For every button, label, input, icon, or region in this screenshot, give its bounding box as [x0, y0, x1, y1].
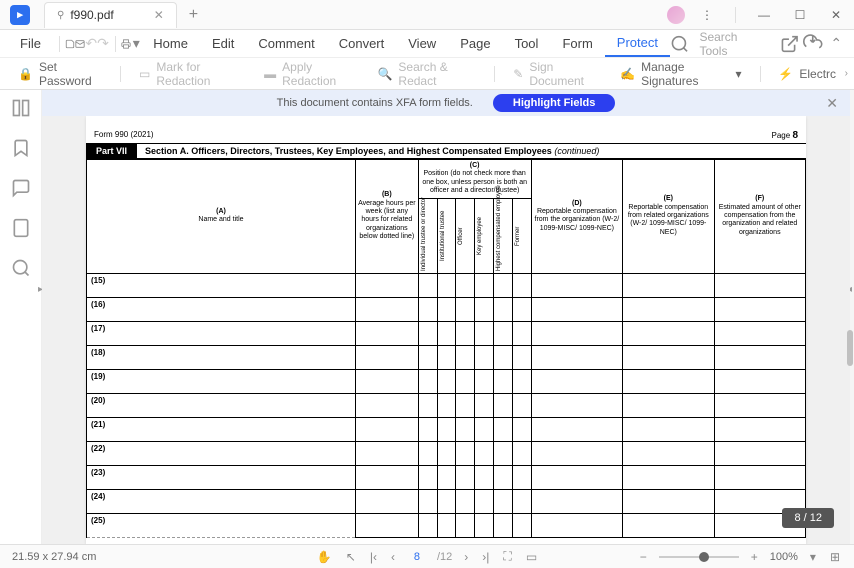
electronic-icon: ⚡ — [778, 67, 793, 81]
undo-icon[interactable]: ↶ — [85, 32, 97, 56]
page-dimensions: 21.59 x 27.94 cm — [12, 551, 96, 563]
chevron-down-icon: ▾ — [735, 67, 741, 81]
fit-width-icon[interactable]: ⛶ — [501, 549, 513, 564]
zoom-slider[interactable] — [659, 556, 739, 558]
toolbar-scroll-right[interactable]: › — [845, 68, 848, 79]
pin-icon: ⚲ — [57, 10, 64, 21]
expand-up-icon[interactable]: ⌃ — [827, 32, 846, 56]
sign-icon: ✎ — [513, 67, 523, 81]
table-row: (20) — [87, 393, 806, 417]
officers-table: (A)Name and title (B)Average hours per w… — [86, 159, 806, 538]
set-password-button[interactable]: 🔒 Set Password — [10, 56, 110, 92]
search-redact-icon: 🔍 — [377, 67, 392, 81]
table-row: (19) — [87, 369, 806, 393]
manage-signatures-button[interactable]: ✍ Manage Signatures ▾ — [612, 56, 749, 92]
pdf-page: Form 990 (2021) Page 8 Part VII Section … — [86, 116, 806, 544]
search-redact-button[interactable]: 🔍 Search & Redact — [369, 56, 484, 92]
scrollbar-thumb[interactable] — [847, 330, 853, 366]
notification-close[interactable]: ✕ — [826, 95, 838, 112]
prev-page-button[interactable]: ‹ — [389, 550, 397, 564]
search-panel-icon[interactable] — [11, 258, 31, 278]
mark-redaction-button[interactable]: ▭ Mark for Redaction — [131, 56, 252, 92]
vertical-scrollbar[interactable] — [844, 90, 854, 544]
menu-comment[interactable]: Comment — [246, 30, 326, 57]
mail-icon[interactable] — [75, 32, 85, 56]
search-tools-label[interactable]: Search Tools — [699, 30, 755, 58]
minimize-button[interactable]: — — [750, 1, 778, 29]
highlight-fields-button[interactable]: Highlight Fields — [493, 94, 616, 112]
page-total: /12 — [437, 551, 452, 563]
menu-page[interactable]: Page — [448, 30, 502, 57]
external-icon[interactable] — [780, 32, 799, 56]
table-row: (18) — [87, 345, 806, 369]
kebab-menu[interactable]: ⋮ — [693, 1, 721, 29]
maximize-button[interactable]: ☐ — [786, 1, 814, 29]
xfa-notification: This document contains XFA form fields. … — [42, 90, 850, 116]
mark-icon: ▭ — [139, 67, 150, 81]
part-label: Part VII — [86, 144, 137, 158]
apply-redaction-button[interactable]: ▬ Apply Redaction — [256, 56, 365, 92]
table-row: (21) — [87, 417, 806, 441]
menu-form[interactable]: Form — [550, 30, 604, 57]
next-page-button[interactable]: › — [462, 550, 470, 564]
electronic-button[interactable]: ⚡ Electrc — [770, 63, 844, 85]
save-icon[interactable] — [65, 32, 75, 56]
zoom-level[interactable]: 100% — [770, 551, 798, 563]
left-sidebar — [0, 90, 42, 544]
signature-icon: ✍ — [620, 67, 635, 81]
comment-icon[interactable] — [11, 178, 31, 198]
menu-edit[interactable]: Edit — [200, 30, 246, 57]
table-row: (22) — [87, 441, 806, 465]
fit-page-icon[interactable]: ▭ — [524, 550, 539, 564]
statusbar: 21.59 x 27.94 cm ✋ ↖ |‹ ‹ /12 › ›| ⛶ ▭ −… — [0, 544, 854, 568]
thumbnails-icon[interactable] — [11, 98, 31, 118]
print-icon[interactable] — [121, 32, 131, 56]
menu-protect[interactable]: Protect — [605, 30, 670, 57]
hand-tool-icon[interactable]: ✋ — [315, 550, 334, 564]
menu-tool[interactable]: Tool — [503, 30, 551, 57]
page-input[interactable] — [407, 551, 427, 563]
page-indicator-overlay: 8 / 12 — [782, 508, 834, 528]
document-tab[interactable]: ⚲ f990.pdf ✕ — [44, 2, 177, 28]
menubar: File ↶ ↷ ▾ HomeEditCommentConvertViewPag… — [0, 30, 854, 58]
lock-icon: 🔒 — [18, 67, 33, 81]
tab-title: f990.pdf — [70, 8, 113, 22]
table-row: (17) — [87, 321, 806, 345]
app-icon: ▸ — [10, 5, 30, 25]
attachment-icon[interactable] — [11, 218, 31, 238]
tab-close-button[interactable]: ✕ — [154, 8, 164, 22]
table-row: (15) — [87, 273, 806, 297]
sign-document-button[interactable]: ✎ Sign Document — [505, 56, 608, 92]
new-tab-button[interactable]: + — [189, 6, 198, 24]
titlebar: ▸ ⚲ f990.pdf ✕ + ⋮ — ☐ ✕ — [0, 0, 854, 30]
apply-icon: ▬ — [264, 67, 276, 81]
fullscreen-icon[interactable]: ⊞ — [828, 550, 842, 564]
zoom-out-button[interactable]: − — [638, 550, 649, 564]
section-title: Section A. Officers, Directors, Trustees… — [145, 146, 599, 156]
notification-text: This document contains XFA form fields. — [277, 97, 473, 109]
protect-toolbar: 🔒 Set Password ▭ Mark for Redaction ▬ Ap… — [0, 58, 854, 90]
close-window-button[interactable]: ✕ — [822, 1, 850, 29]
redo-icon[interactable]: ↷ — [97, 32, 109, 56]
first-page-button[interactable]: |‹ — [368, 550, 379, 564]
select-tool-icon[interactable]: ↖ — [344, 550, 358, 564]
zoom-in-button[interactable]: + — [749, 550, 760, 564]
form-title: Form 990 (2021) — [94, 130, 154, 141]
dropdown-icon[interactable]: ▾ — [131, 32, 141, 56]
table-row: (24) — [87, 489, 806, 513]
table-row: (25) — [87, 513, 806, 537]
menu-home[interactable]: Home — [141, 30, 200, 57]
document-viewport[interactable]: Form 990 (2021) Page 8 Part VII Section … — [42, 116, 850, 544]
menu-view[interactable]: View — [396, 30, 448, 57]
menu-convert[interactable]: Convert — [327, 30, 397, 57]
user-avatar[interactable] — [667, 6, 685, 24]
last-page-button[interactable]: ›| — [480, 550, 491, 564]
bookmark-icon[interactable] — [11, 138, 31, 158]
file-menu[interactable]: File — [8, 30, 53, 57]
cloud-icon[interactable] — [803, 32, 822, 56]
table-row: (16) — [87, 297, 806, 321]
search-icon[interactable] — [670, 32, 689, 56]
zoom-dropdown[interactable]: ▾ — [808, 550, 818, 564]
table-row: (23) — [87, 465, 806, 489]
